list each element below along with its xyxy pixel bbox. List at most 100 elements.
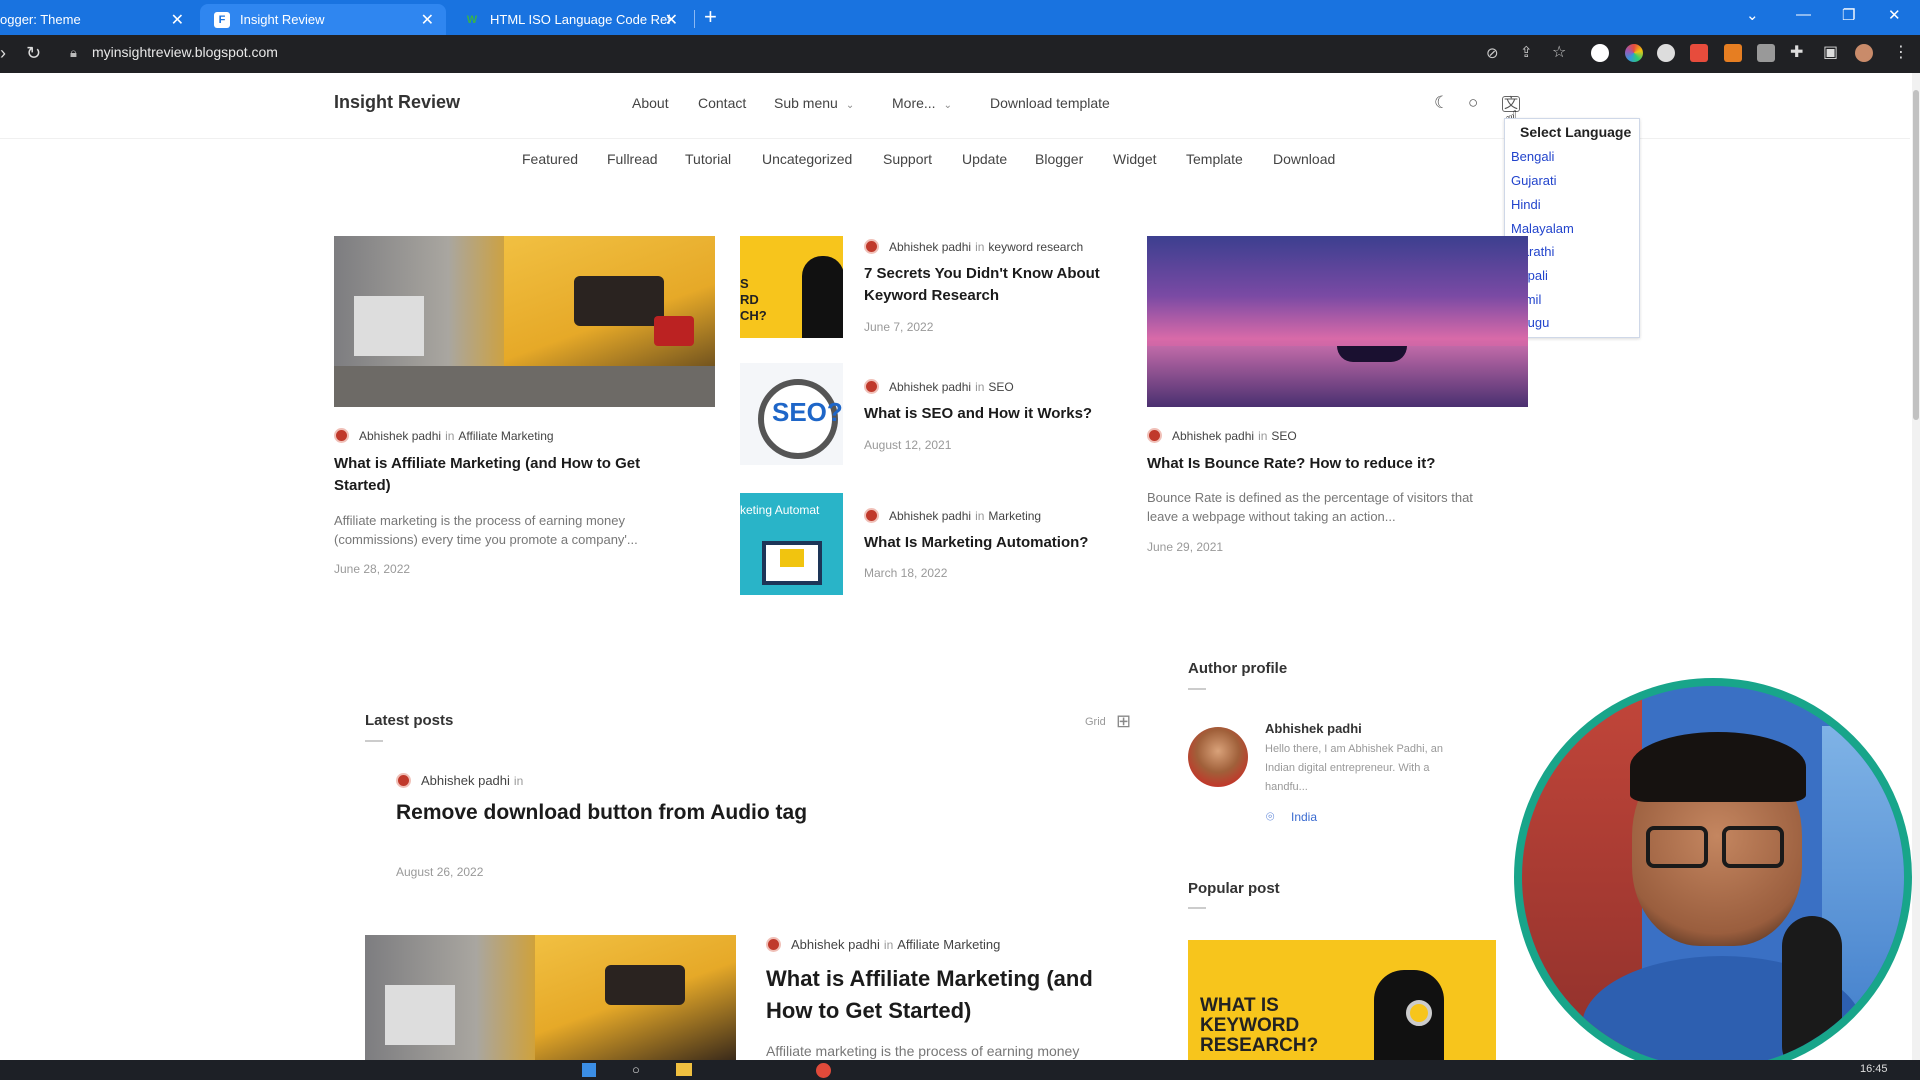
meta-in: in	[513, 773, 524, 788]
nav-download-template[interactable]: Download template	[990, 95, 1110, 111]
restore-icon[interactable]: ❐	[1842, 6, 1855, 24]
post-title[interactable]: Keyword Research	[864, 285, 999, 307]
post-category[interactable]: Marketing	[988, 509, 1041, 523]
popular-post-image[interactable]: WHAT IS KEYWORD RESEARCH?	[1188, 940, 1496, 1060]
share-icon[interactable]: ⇪	[1520, 43, 1533, 61]
tab-html-iso-language[interactable]: W HTML ISO Language Code Refer ✕	[450, 4, 690, 35]
post-category[interactable]: keyword research	[988, 240, 1083, 254]
category-support[interactable]: Support	[883, 151, 932, 167]
category-fullread[interactable]: Fullread	[607, 151, 658, 167]
author-name[interactable]: Abhishek padhi	[1172, 429, 1254, 443]
language-option[interactable]: Malayalam	[1511, 221, 1574, 236]
grid-view-icon[interactable]: ⊞	[1116, 711, 1131, 732]
post-category[interactable]: SEO	[1271, 429, 1296, 443]
category-tutorial[interactable]: Tutorial	[685, 151, 731, 167]
marketing-automation-thumb[interactable]: keting Automat	[740, 493, 843, 595]
category-update[interactable]: Update	[962, 151, 1007, 167]
language-option[interactable]: Hindi	[1511, 197, 1541, 212]
language-option[interactable]: Gujarati	[1511, 173, 1557, 188]
url-field[interactable]: myinsightreview.blogspot.com	[92, 44, 278, 60]
nav-contact[interactable]: Contact	[698, 95, 746, 111]
tab-insight-review[interactable]: F Insight Review ✕	[200, 4, 446, 35]
lock-icon: 🔒︎	[70, 45, 77, 60]
search-icon[interactable]: ○	[1468, 93, 1488, 113]
site-brand[interactable]: Insight Review	[334, 92, 460, 113]
extension-icon[interactable]	[1757, 44, 1775, 62]
windows-start-icon[interactable]	[582, 1063, 596, 1077]
post-title[interactable]: 7 Secrets You Didn't Know About	[864, 263, 1100, 285]
post-meta: Abhishek padhi in keyword research	[864, 239, 1083, 254]
window-close-icon[interactable]: ✕	[1888, 6, 1901, 24]
file-explorer-icon[interactable]	[676, 1063, 692, 1076]
nav-about[interactable]: About	[632, 95, 669, 111]
post-category[interactable]: Affiliate Marketing	[897, 937, 1000, 952]
post-category[interactable]: Affiliate Marketing	[458, 429, 553, 443]
post-title[interactable]: What is Affiliate Marketing (and	[766, 966, 1093, 992]
extension-color-icon[interactable]	[1625, 44, 1643, 62]
author-name[interactable]: Abhishek padhi	[791, 937, 880, 952]
profile-avatar[interactable]	[1855, 44, 1873, 62]
menu-kebab-icon[interactable]: ⋮	[1893, 42, 1909, 62]
post-title[interactable]: What is Affiliate Marketing (and How to …	[334, 453, 640, 475]
post-excerpt: leave a webpage without taking an action…	[1147, 509, 1396, 524]
taxi-street-image[interactable]	[334, 236, 715, 407]
category-template[interactable]: Template	[1186, 151, 1243, 167]
author-name[interactable]: Abhishek padhi	[359, 429, 441, 443]
sunset-boat-image[interactable]	[1147, 236, 1528, 407]
post-category[interactable]: SEO	[988, 380, 1013, 394]
close-icon[interactable]: ✕	[421, 10, 434, 30]
new-tab-icon[interactable]: +	[704, 4, 717, 30]
reload-icon[interactable]: ↻	[26, 43, 41, 64]
close-icon[interactable]: ✕	[665, 10, 678, 30]
extension-icon[interactable]	[1657, 44, 1675, 62]
keyword-research-thumb[interactable]: S RD CH?	[740, 236, 843, 338]
post-title[interactable]: What is SEO and How it Works?	[864, 403, 1092, 425]
post-title[interactable]: How to Get Started)	[766, 998, 971, 1024]
tab-label: Insight Review	[240, 12, 325, 27]
nav-more[interactable]: More... ⌄	[892, 95, 952, 111]
extensions-puzzle-icon[interactable]: ✚	[1790, 42, 1803, 62]
close-icon[interactable]: ✕	[171, 10, 184, 30]
post-title[interactable]: What Is Marketing Automation?	[864, 532, 1088, 554]
author-name[interactable]: Abhishek padhi	[1265, 721, 1362, 736]
post-title[interactable]: Started)	[334, 475, 391, 497]
forward-icon[interactable]: ›	[0, 43, 6, 64]
language-option[interactable]: Bengali	[1511, 149, 1554, 164]
author-name[interactable]: Abhishek padhi	[421, 773, 510, 788]
minimize-icon[interactable]: —	[1796, 6, 1811, 23]
extension-icon[interactable]	[1690, 44, 1708, 62]
category-featured[interactable]: Featured	[522, 151, 578, 167]
bookmark-star-icon[interactable]: ☆	[1552, 42, 1566, 62]
post-title[interactable]: Remove download button from Audio tag	[396, 801, 807, 825]
taxi-street-image[interactable]	[365, 935, 736, 1060]
seo-thumb[interactable]: SEO?	[740, 363, 843, 465]
tab-search-icon[interactable]: ⌄	[1746, 6, 1759, 24]
post-date: June 7, 2022	[864, 320, 934, 334]
nav-sub-menu[interactable]: Sub menu ⌄	[774, 95, 854, 111]
tab-blogger-theme[interactable]: ogger: Theme ✕	[0, 4, 196, 35]
category-widget[interactable]: Widget	[1113, 151, 1157, 167]
tab-label: HTML ISO Language Code Refer	[490, 12, 670, 27]
author-name[interactable]: Abhishek padhi	[889, 380, 971, 394]
post-date: March 18, 2022	[864, 566, 948, 580]
scrollbar-thumb[interactable]	[1913, 90, 1919, 420]
author-location[interactable]: India	[1291, 810, 1317, 824]
tracking-off-icon[interactable]: ⊘	[1486, 44, 1499, 62]
author-name[interactable]: Abhishek padhi	[889, 509, 971, 523]
author-bio: Hello there, I am Abhishek Padhi, an	[1265, 743, 1443, 755]
category-uncategorized[interactable]: Uncategorized	[762, 151, 852, 167]
clock: 16:45	[1860, 1063, 1888, 1075]
post-meta: Abhishek padhi in Affiliate Marketing	[334, 428, 554, 443]
category-download[interactable]: Download	[1273, 151, 1335, 167]
post-excerpt: Bounce Rate is defined as the percentage…	[1147, 490, 1473, 505]
author-name[interactable]: Abhishek padhi	[889, 240, 971, 254]
post-title[interactable]: What Is Bounce Rate? How to reduce it?	[1147, 453, 1435, 475]
author-avatar[interactable]	[1188, 727, 1248, 787]
category-blogger[interactable]: Blogger	[1035, 151, 1083, 167]
side-panel-icon[interactable]: ▣	[1823, 42, 1838, 62]
search-icon[interactable]: ○	[632, 1062, 640, 1077]
dark-mode-moon-icon[interactable]: ☾	[1434, 93, 1454, 113]
extension-icon[interactable]	[1591, 44, 1609, 62]
chrome-icon[interactable]	[816, 1063, 831, 1078]
extension-icon[interactable]	[1724, 44, 1742, 62]
